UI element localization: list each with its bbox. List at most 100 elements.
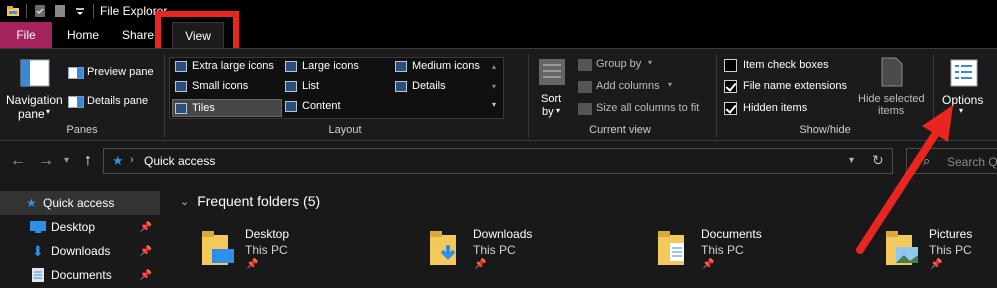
layout-extra-large-icons[interactable]: Extra large icons [175, 60, 274, 72]
downloads-icon: ⬇ [32, 242, 44, 259]
layout-details[interactable]: Details [395, 80, 446, 92]
sidebar-item-label: Desktop [51, 220, 96, 234]
sidebar-item-documents[interactable]: Documents 📌 [0, 263, 160, 287]
layout-item-label: Small icons [192, 80, 249, 92]
navigation-pane-label-line2: pane [18, 107, 45, 121]
pin-icon: 📌 [246, 259, 259, 270]
new-folder-icon[interactable] [53, 4, 67, 18]
pin-icon: 📌 [930, 259, 943, 270]
forward-arrow-icon[interactable]: → [38, 152, 54, 170]
customize-toolbar-icon[interactable] [73, 4, 87, 18]
folder-name: Downloads [473, 227, 533, 241]
add-columns-label: Add columns [596, 80, 660, 92]
group-divider [528, 55, 529, 137]
layout-medium-icons[interactable]: Medium icons [395, 60, 480, 72]
breadcrumb-separator-icon[interactable]: › [130, 154, 134, 166]
sidebar-item-downloads[interactable]: ⬇ Downloads 📌 [0, 239, 160, 263]
chevron-down-icon: ▾ [668, 80, 673, 89]
quick-access-star-icon: ★ [112, 153, 124, 168]
layout-item-label: Large icons [302, 60, 359, 72]
layout-list[interactable]: List [285, 80, 319, 92]
folder-tile[interactable]: Documents This PC 📌 [656, 223, 866, 283]
scroll-down-icon[interactable]: ▾ [492, 82, 496, 91]
navigation-pane-button[interactable]: Navigation pane ▾ [4, 55, 66, 121]
options-icon [950, 59, 978, 90]
sidebar-item-label: Quick access [43, 196, 115, 210]
sidebar-item-label: Downloads [51, 244, 111, 258]
preview-pane-label: Preview pane [87, 66, 154, 78]
navigation-pane-icon [20, 59, 50, 90]
hidden-items-checkbox[interactable] [724, 102, 737, 115]
folder-tile[interactable]: Downloads This PC 📌 [428, 223, 638, 283]
group-divider [716, 55, 717, 137]
properties-icon[interactable] [33, 4, 47, 18]
scroll-up-icon[interactable]: ▴ [492, 62, 496, 71]
item-check-boxes-checkbox[interactable] [724, 59, 737, 72]
navigation-pane: ★ Quick access Desktop 📌 ⬇ Downloads 📌 D… [0, 181, 160, 288]
navigation-bar: ← → ▾ ↑ ★ › Quick access ▾ ↻ ⌕ Search Qu [0, 141, 997, 181]
downloads-folder-icon [428, 227, 464, 267]
sort-label: Sort [541, 93, 562, 105]
details-icon [395, 80, 407, 92]
sort-icon [538, 57, 566, 90]
layout-item-label: Medium icons [412, 60, 480, 72]
layout-large-icons[interactable]: Large icons [285, 60, 359, 72]
folder-location: This PC [245, 243, 288, 257]
desktop-folder-icon [200, 227, 236, 267]
file-name-extensions-checkbox[interactable] [724, 80, 737, 93]
desktop-icon [30, 221, 46, 236]
hidden-items-toggle[interactable]: Hidden items [722, 101, 832, 117]
preview-pane-icon [68, 67, 84, 82]
section-title: Frequent folders (5) [197, 193, 321, 209]
documents-icon [32, 268, 44, 285]
chevron-down-icon: ▾ [46, 107, 51, 116]
gallery-scroll[interactable]: ▴ ▾ ▾ [491, 60, 501, 116]
tab-home[interactable]: Home [58, 22, 108, 48]
expand-gallery-icon[interactable]: ▾ [492, 100, 496, 109]
back-arrow-icon[interactable]: ← [10, 152, 26, 170]
frequent-folders-header[interactable]: ⌄ Frequent folders (5) [180, 193, 320, 209]
breadcrumb-quick-access[interactable]: Quick access [144, 154, 215, 168]
small-icons-icon [175, 80, 187, 92]
layout-item-label: Content [302, 100, 341, 112]
size-all-columns-label: Size all columns to fit [596, 102, 700, 114]
collapse-chevron-icon[interactable]: ⌄ [180, 195, 189, 208]
group-by-icon [578, 59, 592, 74]
layout-item-label: Extra large icons [192, 60, 274, 72]
tab-share[interactable]: Share [118, 22, 158, 48]
group-by-button[interactable]: Group by ▾ [576, 57, 686, 73]
details-pane-icon [68, 96, 84, 111]
file-name-extensions-toggle[interactable]: File name extensions [722, 79, 857, 95]
chevron-down-icon: ▾ [556, 106, 561, 115]
size-all-columns-button[interactable]: Size all columns to fit [576, 101, 716, 117]
file-name-extensions-label: File name extensions [743, 80, 847, 92]
folder-app-icon [6, 4, 20, 18]
sidebar-item-desktop[interactable]: Desktop 📌 [0, 215, 160, 239]
preview-pane-button[interactable]: Preview pane [66, 65, 160, 81]
group-label-current-view: Current view [589, 124, 651, 136]
pin-icon[interactable]: 📌 [140, 222, 152, 233]
documents-folder-icon [656, 227, 692, 267]
tab-file[interactable]: File [0, 22, 52, 48]
folder-tile[interactable]: Desktop This PC 📌 [200, 223, 410, 283]
ribbon-tabs: File Home Share View [0, 22, 997, 48]
details-pane-button[interactable]: Details pane [66, 94, 160, 110]
sidebar-item-quick-access[interactable]: ★ Quick access [0, 191, 160, 215]
group-by-label: Group by [596, 58, 642, 70]
chevron-down-icon: ▾ [648, 58, 653, 67]
up-arrow-icon[interactable]: ↑ [84, 152, 92, 170]
pin-icon: 📌 [474, 259, 487, 270]
layout-gallery: Extra large icons Large icons Medium ico… [169, 57, 504, 119]
recent-locations-chevron-icon[interactable]: ▾ [64, 155, 69, 166]
pin-icon[interactable]: 📌 [140, 270, 152, 281]
layout-content[interactable]: Content [285, 100, 341, 112]
sort-by-button[interactable]: Sort by ▾ [534, 55, 570, 121]
pin-icon[interactable]: 📌 [140, 246, 152, 257]
item-check-boxes-toggle[interactable]: Item check boxes [722, 58, 847, 74]
layout-small-icons[interactable]: Small icons [175, 80, 248, 92]
annotation-arrow [856, 105, 953, 254]
medium-icons-icon [395, 60, 407, 72]
address-bar[interactable]: ★ › Quick access ▾ ↻ [103, 148, 893, 174]
add-columns-button[interactable]: Add columns ▾ [576, 79, 686, 95]
layout-tiles[interactable]: Tiles [172, 99, 282, 117]
